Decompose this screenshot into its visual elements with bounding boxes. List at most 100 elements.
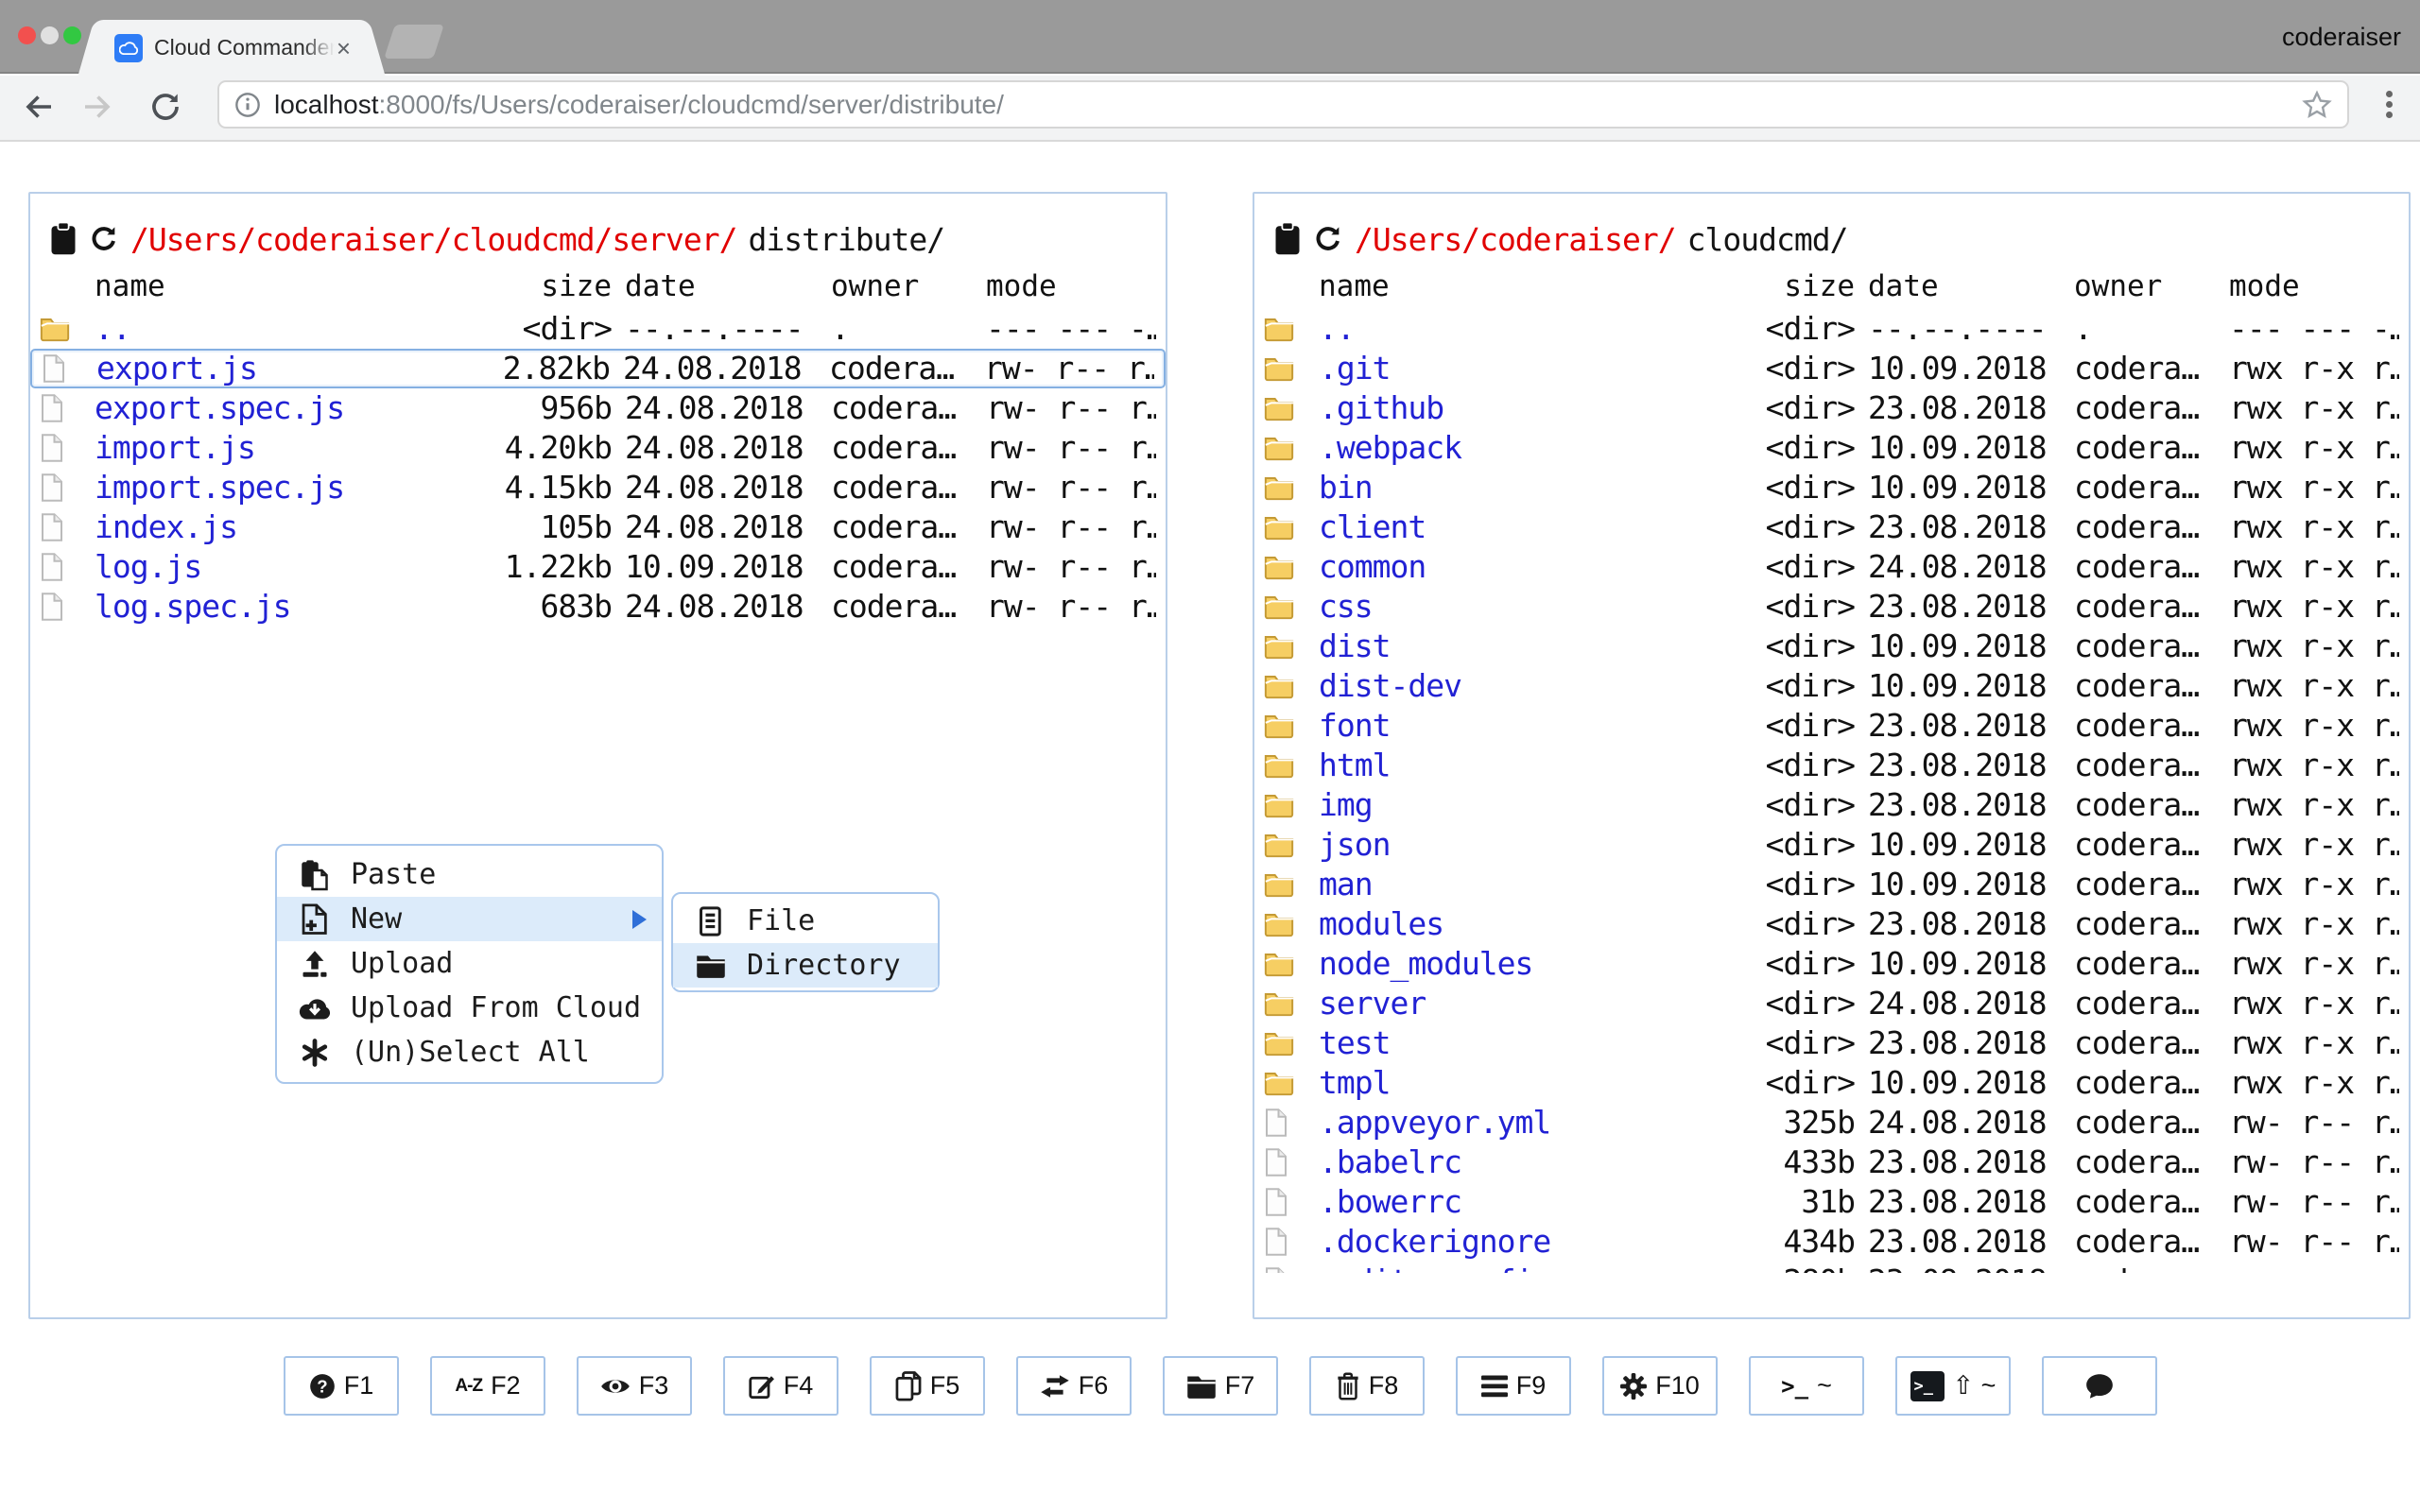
- file-name-link[interactable]: common: [1319, 547, 1722, 587]
- menu-item-directory[interactable]: Directory: [673, 943, 938, 988]
- file-name-link[interactable]: import.spec.js: [95, 468, 479, 507]
- column-header-name[interactable]: name: [1319, 269, 1722, 303]
- file-row[interactable]: .webpack<dir>10.09.2018codera…rwx r-x r…: [1254, 428, 2409, 468]
- column-header-date[interactable]: date: [625, 269, 818, 303]
- address-bar[interactable]: localhost:8000/fs/Users/coderaiser/cloud…: [217, 80, 2349, 129]
- file-name-link[interactable]: .bowerrc: [1319, 1182, 1722, 1222]
- menu-item-new[interactable]: New: [277, 897, 662, 941]
- column-header-size[interactable]: size: [493, 269, 612, 303]
- column-header-owner[interactable]: owner: [831, 269, 973, 303]
- path-parent-links[interactable]: /Users/coderaiser/: [1355, 221, 1676, 258]
- path-parent-links[interactable]: /Users/coderaiser/cloudcmd/server/: [130, 221, 737, 258]
- file-row[interactable]: test<dir>23.08.2018codera…rwx r-x r…: [1254, 1023, 2409, 1063]
- move-button[interactable]: F6: [1016, 1356, 1132, 1416]
- clipboard-icon[interactable]: [49, 222, 78, 256]
- file-row[interactable]: json<dir>10.09.2018codera…rwx r-x r…: [1254, 825, 2409, 865]
- file-name-link[interactable]: test: [1319, 1023, 1722, 1063]
- tab-close-icon[interactable]: ×: [337, 36, 351, 60]
- file-row[interactable]: .editorconfig280b23.08.2018codera…rw- r-…: [1254, 1262, 2409, 1273]
- file-row[interactable]: export.spec.js956b24.08.2018codera…rw- r…: [30, 388, 1166, 428]
- file-row[interactable]: .bowerrc31b23.08.2018codera…rw- r-- r…: [1254, 1182, 2409, 1222]
- file-row[interactable]: html<dir>23.08.2018codera…rwx r-x r…: [1254, 746, 2409, 785]
- new-tab-button[interactable]: [384, 25, 444, 59]
- window-close-button[interactable]: [18, 26, 36, 44]
- file-row[interactable]: modules<dir>23.08.2018codera…rwx r-x r…: [1254, 904, 2409, 944]
- file-name-link[interactable]: font: [1319, 706, 1722, 746]
- file-name-link[interactable]: dist: [1319, 627, 1722, 666]
- config-button[interactable]: F10: [1602, 1356, 1718, 1416]
- file-name-link[interactable]: ..: [1319, 309, 1722, 349]
- file-row-current[interactable]: export.js2.82kb24.08.2018codera…rw- r-- …: [30, 349, 1166, 388]
- rename-button[interactable]: A-ZF2: [430, 1356, 545, 1416]
- file-name-link[interactable]: img: [1319, 785, 1722, 825]
- file-row[interactable]: dist<dir>10.09.2018codera…rwx r-x r…: [1254, 627, 2409, 666]
- file-name-link[interactable]: .appveyor.yml: [1319, 1103, 1722, 1143]
- file-row[interactable]: index.js105b24.08.2018codera…rw- r-- r…: [30, 507, 1166, 547]
- menu-item-un-select-all[interactable]: (Un)Select All: [277, 1030, 662, 1074]
- file-name-link[interactable]: modules: [1319, 904, 1722, 944]
- forward-button[interactable]: [76, 83, 123, 130]
- file-row[interactable]: log.spec.js683b24.08.2018codera…rw- r-- …: [30, 587, 1166, 627]
- file-row[interactable]: .dockerignore434b23.08.2018codera…rw- r-…: [1254, 1222, 2409, 1262]
- file-row[interactable]: .appveyor.yml325b24.08.2018codera…rw- r-…: [1254, 1103, 2409, 1143]
- file-name-link[interactable]: dist-dev: [1319, 666, 1722, 706]
- column-header-date[interactable]: date: [1868, 269, 2061, 303]
- file-row[interactable]: ..<dir>--.--.----.--- --- -…: [30, 309, 1166, 349]
- menu-item-file[interactable]: File: [673, 899, 938, 943]
- terminal-button[interactable]: >_⇧ ~: [1895, 1356, 2011, 1416]
- file-name-link[interactable]: .dockerignore: [1319, 1222, 1722, 1262]
- clipboard-icon[interactable]: [1273, 222, 1302, 256]
- file-row[interactable]: tmpl<dir>10.09.2018codera…rwx r-x r…: [1254, 1063, 2409, 1103]
- menu-item-paste[interactable]: Paste: [277, 852, 662, 897]
- file-name-link[interactable]: html: [1319, 746, 1722, 785]
- file-name-link[interactable]: json: [1319, 825, 1722, 865]
- file-name-link[interactable]: ..: [95, 309, 479, 349]
- menu-button[interactable]: F9: [1456, 1356, 1571, 1416]
- file-name-link[interactable]: man: [1319, 865, 1722, 904]
- reload-button[interactable]: [142, 83, 189, 130]
- window-zoom-button[interactable]: [63, 26, 81, 44]
- file-name-link[interactable]: .webpack: [1319, 428, 1722, 468]
- console-button[interactable]: >_~: [1749, 1356, 1864, 1416]
- file-name-link[interactable]: index.js: [95, 507, 479, 547]
- new-dir-button[interactable]: F7: [1163, 1356, 1278, 1416]
- file-name-link[interactable]: log.spec.js: [95, 587, 479, 627]
- window-minimize-button[interactable]: [41, 26, 59, 44]
- column-header-mode[interactable]: mode: [2229, 269, 2399, 303]
- file-name-link[interactable]: tmpl: [1319, 1063, 1722, 1103]
- file-name-link[interactable]: .babelrc: [1319, 1143, 1722, 1182]
- file-name-link[interactable]: node_modules: [1319, 944, 1722, 984]
- file-row[interactable]: import.js4.20kb24.08.2018codera…rw- r-- …: [30, 428, 1166, 468]
- copy-button[interactable]: F5: [870, 1356, 985, 1416]
- column-header-mode[interactable]: mode: [986, 269, 1156, 303]
- menu-item-upload-from-cloud[interactable]: Upload From Cloud: [277, 986, 662, 1030]
- delete-button[interactable]: F8: [1309, 1356, 1425, 1416]
- refresh-icon[interactable]: [89, 224, 119, 254]
- file-row[interactable]: bin<dir>10.09.2018codera…rwx r-x r…: [1254, 468, 2409, 507]
- bookmark-star-icon[interactable]: [2302, 90, 2332, 120]
- chat-button[interactable]: [2042, 1356, 2157, 1416]
- file-row[interactable]: import.spec.js4.15kb24.08.2018codera…rw-…: [30, 468, 1166, 507]
- file-name-link[interactable]: import.js: [95, 428, 479, 468]
- file-name-link[interactable]: .editorconfig: [1319, 1262, 1722, 1273]
- file-row[interactable]: common<dir>24.08.2018codera…rwx r-x r…: [1254, 547, 2409, 587]
- back-button[interactable]: [13, 83, 60, 130]
- file-row[interactable]: css<dir>23.08.2018codera…rwx r-x r…: [1254, 587, 2409, 627]
- file-row[interactable]: font<dir>23.08.2018codera…rwx r-x r…: [1254, 706, 2409, 746]
- file-name-link[interactable]: server: [1319, 984, 1722, 1023]
- file-row[interactable]: ..<dir>--.--.----.--- --- -…: [1254, 309, 2409, 349]
- file-row[interactable]: .git<dir>10.09.2018codera…rwx r-x r…: [1254, 349, 2409, 388]
- edit-button[interactable]: F4: [723, 1356, 838, 1416]
- file-row[interactable]: client<dir>23.08.2018codera…rwx r-x r…: [1254, 507, 2409, 547]
- file-name-link[interactable]: .github: [1319, 388, 1722, 428]
- browser-tab[interactable]: Cloud Commander - /Users/cod ×: [99, 20, 364, 76]
- file-row[interactable]: dist-dev<dir>10.09.2018codera…rwx r-x r…: [1254, 666, 2409, 706]
- file-name-link[interactable]: log.js: [95, 547, 479, 587]
- menu-item-upload[interactable]: Upload: [277, 941, 662, 986]
- file-row[interactable]: img<dir>23.08.2018codera…rwx r-x r…: [1254, 785, 2409, 825]
- file-row[interactable]: log.js1.22kb10.09.2018codera…rw- r-- r…: [30, 547, 1166, 587]
- url-text[interactable]: localhost:8000/fs/Users/coderaiser/cloud…: [274, 90, 1004, 120]
- column-header-owner[interactable]: owner: [2074, 269, 2216, 303]
- page-info-icon[interactable]: [234, 92, 261, 118]
- refresh-icon[interactable]: [1313, 224, 1343, 254]
